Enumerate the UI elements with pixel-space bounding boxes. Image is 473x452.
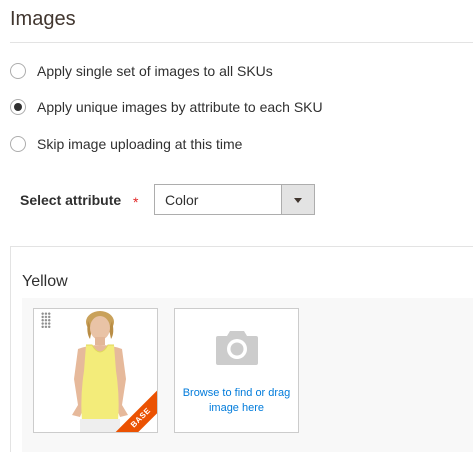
attribute-value-title: Yellow: [22, 273, 68, 290]
required-indicator: *: [133, 194, 139, 210]
image-upload-dropzone[interactable]: Browse to find or drag image here: [174, 308, 299, 433]
select-attribute-label: Select attribute: [20, 192, 122, 208]
attribute-select[interactable]: Color: [154, 184, 315, 215]
title-divider: [10, 42, 473, 43]
drag-handle-icon[interactable]: [41, 312, 51, 328]
chevron-down-icon[interactable]: [281, 185, 314, 214]
page-title: Images: [10, 8, 76, 30]
radio-label-unique-by-attribute: Apply unique images by attribute to each…: [37, 99, 323, 115]
radio-button-skip-upload[interactable]: [10, 136, 26, 152]
attribute-select-value[interactable]: Color: [155, 185, 281, 214]
radio-option-skip-upload[interactable]: Skip image uploading at this time: [10, 136, 242, 152]
product-image-card[interactable]: BASE: [33, 308, 158, 433]
radio-option-single-set[interactable]: Apply single set of images to all SKUs: [10, 63, 273, 79]
radio-option-unique-by-attribute[interactable]: Apply unique images by attribute to each…: [10, 99, 323, 115]
product-yellow-top: [81, 345, 119, 421]
radio-label-skip-upload: Skip image uploading at this time: [37, 136, 243, 152]
radio-label-single-set: Apply single set of images to all SKUs: [37, 63, 273, 79]
upload-instructions[interactable]: Browse to find or drag image here: [181, 386, 292, 416]
radio-button-single-set[interactable]: [10, 63, 26, 79]
radio-button-unique-by-attribute[interactable]: [10, 99, 26, 115]
camera-icon: [216, 331, 258, 365]
